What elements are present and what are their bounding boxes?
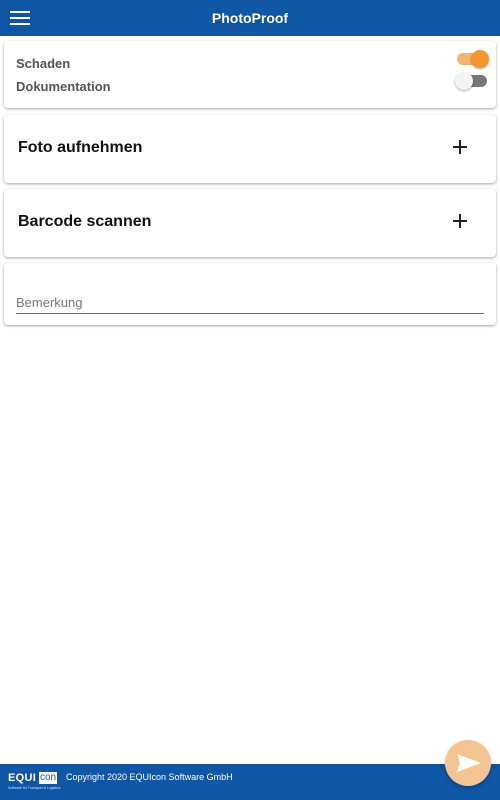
logo-tagline: Software für Transport & Logistics <box>8 786 61 790</box>
take-photo-label: Foto aufnehmen <box>18 139 143 156</box>
add-barcode-plus-icon[interactable] <box>453 214 467 228</box>
equicon-logo: EQUI con Software für Transport & Logist… <box>8 772 62 794</box>
remark-input[interactable] <box>16 291 484 314</box>
take-photo-card[interactable]: Foto aufnehmen <box>4 115 496 183</box>
toggle-thumb <box>471 50 489 68</box>
scan-barcode-card[interactable]: Barcode scannen <box>4 189 496 257</box>
app-title: PhotoProof <box>211 10 289 26</box>
toggle-thumb <box>455 72 473 90</box>
send-button[interactable] <box>445 740 491 786</box>
remark-card <box>4 263 496 325</box>
app-header: PhotoProof <box>0 0 500 36</box>
logo-text-equi: EQUI <box>8 772 37 784</box>
logo-text-con: con <box>39 772 58 784</box>
footer: EQUI con Software für Transport & Logist… <box>0 764 500 800</box>
schaden-label: Schaden <box>16 56 71 71</box>
toggles-card: Schaden Dokumentation <box>4 41 496 108</box>
dokumentation-label: Dokumentation <box>16 79 111 94</box>
add-photo-plus-icon[interactable] <box>453 140 467 154</box>
scan-barcode-label: Barcode scannen <box>18 213 152 230</box>
schaden-toggle[interactable] <box>455 49 489 69</box>
send-icon <box>457 754 481 772</box>
copyright-text: Copyright 2020 EQUIcon Software GmbH <box>66 772 233 782</box>
dokumentation-toggle[interactable] <box>455 71 489 91</box>
